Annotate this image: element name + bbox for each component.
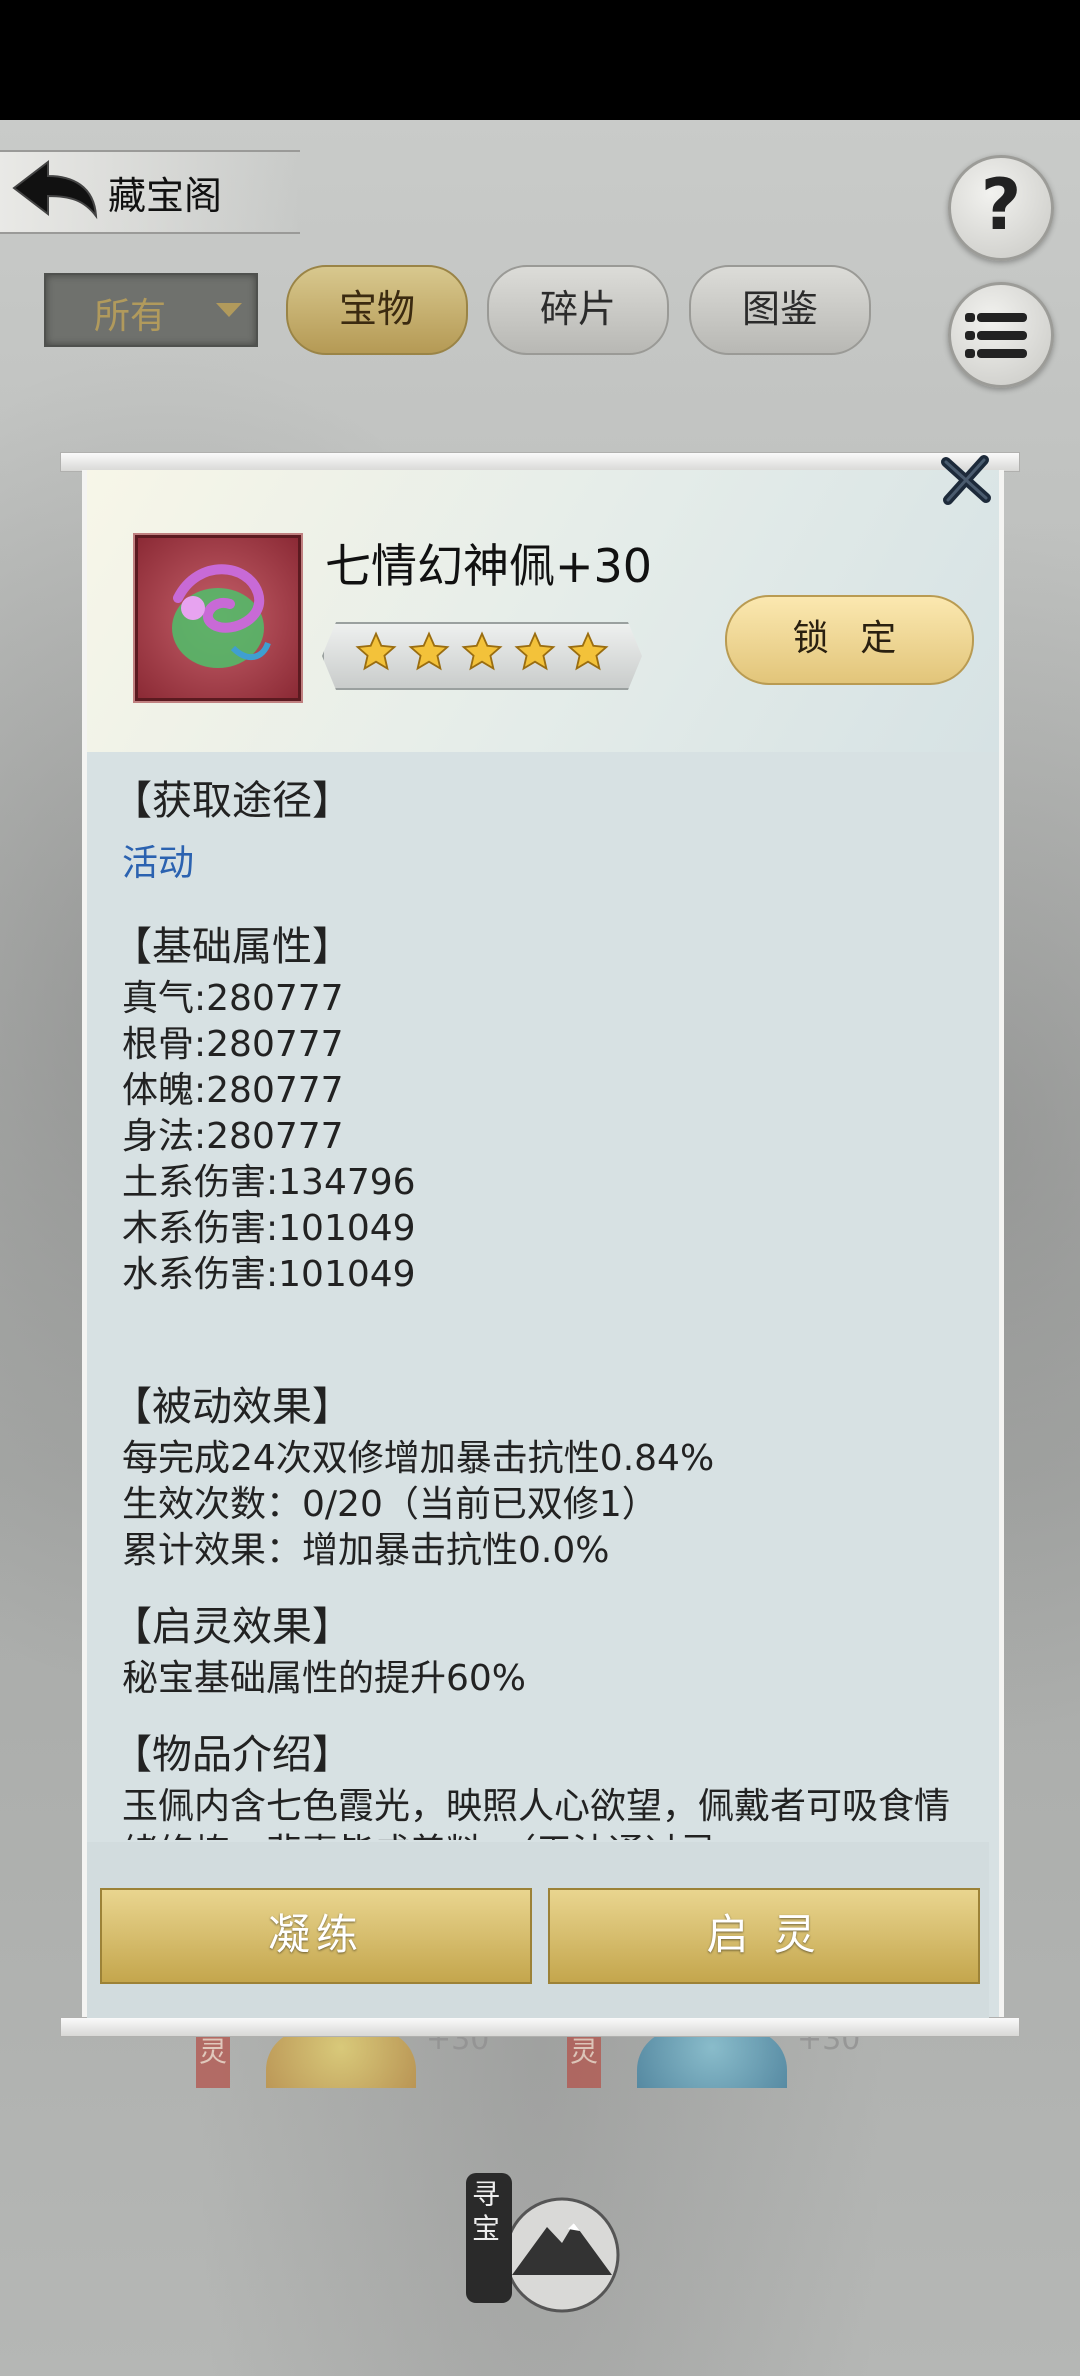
item-intro-title: 【物品介绍】 <box>122 1732 352 1778</box>
base-attributes-list: 真气:280777 根骨:280777 体魄:280777 身法:280777 … <box>122 976 962 1298</box>
filter-selected-value: 所有 <box>94 296 167 337</box>
back-arrow-icon[interactable] <box>10 158 100 224</box>
star-icon <box>408 631 450 671</box>
card-tag: 灵 <box>196 2030 230 2088</box>
base-attributes-title: 【基础属性】 <box>122 924 352 970</box>
close-icon[interactable] <box>938 452 994 508</box>
attribute-line: 真气:280777 <box>122 978 344 1019</box>
attribute-line: 木系伤害:101049 <box>122 1208 416 1249</box>
background-item-card: 灵 +30 <box>567 2022 867 2088</box>
passive-line: 累计效果：增加暴击抗性0.0% <box>122 1530 610 1571</box>
status-bar <box>0 0 1080 120</box>
question-mark-icon: ? <box>980 164 1022 246</box>
source-title: 【获取途径】 <box>122 778 352 824</box>
star-icon <box>514 631 556 671</box>
star-icon <box>461 631 503 671</box>
item-image <box>266 2030 416 2088</box>
passive-effect-title: 【被动效果】 <box>122 1384 352 1430</box>
awaken-line: 秘宝基础属性的提升60% <box>122 1658 527 1699</box>
scroll-rod-bottom <box>60 2017 1020 2037</box>
filter-dropdown[interactable]: 所有 <box>44 273 258 347</box>
lock-button[interactable]: 锁 定 <box>725 595 974 685</box>
treasure-hunt-label: 寻宝 <box>471 2178 500 2245</box>
passive-line: 生效次数：0/20（当前已双修1） <box>122 1484 658 1525</box>
dragon-pendant-icon <box>135 535 301 701</box>
scroll-rod-top <box>60 452 1020 472</box>
list-menu-button[interactable] <box>948 282 1054 388</box>
item-intro-text: 玉佩内含七色霞光，映照人心欲望，佩戴者可吸食情绪修炼，悲喜皆成养料。（无法通过灵 <box>122 1786 951 1840</box>
tab-collection[interactable]: 图鉴 <box>689 265 871 355</box>
source-link[interactable]: 活动 <box>122 834 962 886</box>
tab-fragments[interactable]: 碎片 <box>487 265 669 355</box>
attribute-line: 身法:280777 <box>122 1116 344 1157</box>
refine-button[interactable]: 凝练 <box>100 1888 532 1984</box>
item-name: 七情幻神佩+30 <box>325 539 653 593</box>
item-image <box>637 2030 787 2088</box>
star-icon <box>567 631 609 671</box>
attribute-line: 水系伤害:101049 <box>122 1254 416 1295</box>
passive-effect-list: 每完成24次双修增加暴击抗性0.84% 生效次数：0/20（当前已双修1） 累计… <box>122 1436 962 1574</box>
background-item-card: 灵 +30 <box>196 2022 496 2088</box>
card-tag: 灵 <box>567 2030 601 2088</box>
chevron-down-icon <box>216 303 242 317</box>
star-icon <box>355 631 397 671</box>
page-title: 藏宝阁 <box>108 174 223 218</box>
passive-line: 每完成24次双修增加暴击抗性0.84% <box>122 1438 715 1479</box>
item-details-scroll[interactable]: 【获取途径】 活动 【基础属性】 真气:280777 根骨:280777 体魄:… <box>122 768 962 1840</box>
tab-treasure[interactable]: 宝物 <box>286 265 468 355</box>
attribute-line: 土系伤害:134796 <box>122 1162 416 1203</box>
awaken-effect-title: 【启灵效果】 <box>122 1604 352 1650</box>
attribute-line: 根骨:280777 <box>122 1024 344 1065</box>
attribute-line: 体魄:280777 <box>122 1070 344 1111</box>
help-button[interactable]: ? <box>948 155 1054 261</box>
awaken-button[interactable]: 启 灵 <box>548 1888 980 1984</box>
